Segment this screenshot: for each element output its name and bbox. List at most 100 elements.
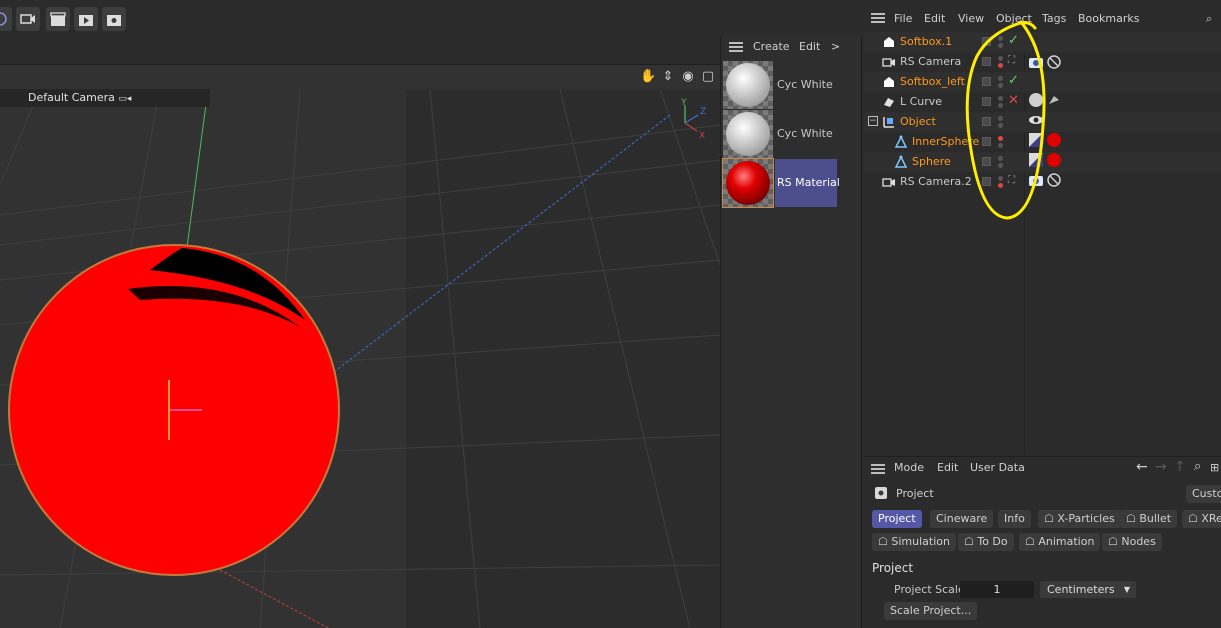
hamburger-icon[interactable]	[729, 42, 743, 52]
render-settings-button[interactable]	[102, 7, 126, 31]
gizmo-z-label: Z	[700, 107, 706, 117]
project-scale-label: Project Scale	[894, 583, 965, 596]
search-icon[interactable]: ⌕	[1206, 12, 1212, 26]
menu-bookmarks[interactable]: Bookmarks	[1078, 12, 1139, 25]
maximize-view-icon[interactable]: ▢	[700, 69, 716, 85]
project-scale-input[interactable]: 1	[960, 581, 1034, 598]
hamburger-icon[interactable]	[871, 13, 885, 23]
back-arrow-icon[interactable]: ←	[1136, 459, 1148, 475]
gizmo-y-label: Y	[680, 98, 687, 108]
gizmo-x-label: X	[699, 131, 705, 141]
attribute-manager: Mode Edit User Data ← → ↑ ⌕ ⊞ Project Cu…	[864, 456, 1221, 628]
softbox-icon	[884, 77, 894, 87]
up-arrow-icon[interactable]: ↑	[1174, 459, 1186, 475]
object-manager: File Edit View Object Tags Bookmarks ⌕ S…	[864, 6, 1221, 454]
object-name: RS Camera	[900, 55, 962, 68]
menu-file[interactable]: File	[894, 12, 912, 25]
tab-nodes[interactable]: ☖ Nodes	[1102, 533, 1162, 551]
material-name: RS Material	[775, 159, 840, 207]
clapperboard-gear-icon	[107, 15, 121, 26]
pin-icon: ☖	[1025, 535, 1039, 548]
render-picture-viewer-button[interactable]	[74, 7, 98, 31]
section-title: Project	[872, 561, 914, 575]
orbit-icon	[0, 12, 7, 26]
pan-icon[interactable]: ✋	[640, 69, 656, 85]
attr-menu-mode[interactable]: Mode	[894, 461, 924, 474]
camera-name: Default Camera	[28, 91, 115, 104]
menu-edit[interactable]: Edit	[924, 12, 945, 25]
pin-icon: ☖	[878, 535, 892, 548]
pin-icon: ☖	[1044, 512, 1058, 525]
clapperboard-icon	[50, 12, 66, 26]
custom-button[interactable]: Custo	[1186, 485, 1221, 503]
tab-xre[interactable]: ☖ XRe	[1182, 510, 1221, 528]
attr-menu-edit[interactable]: Edit	[937, 461, 958, 474]
orbit-tool-button[interactable]	[0, 7, 12, 31]
rotate-icon[interactable]: ◉	[680, 69, 696, 85]
project-settings-icon	[875, 487, 887, 499]
world-y-axis	[185, 88, 209, 256]
mat-menu-create[interactable]: Create	[753, 40, 790, 53]
object-name: Sphere	[912, 155, 951, 168]
pin-icon: ☖	[1126, 512, 1140, 525]
unit-value: Centimeters	[1047, 583, 1115, 596]
tab-project[interactable]: Project	[872, 510, 922, 528]
pin-icon: ☖	[964, 535, 978, 548]
material-name: Cyc White	[777, 127, 833, 140]
light-icon	[884, 98, 894, 107]
lock-icon[interactable]: ⊞	[1210, 461, 1219, 474]
3d-viewport[interactable]: Y Z X Default Camera ▭◂ ✋ ⇕ ◉ ▢	[0, 64, 720, 628]
material-thumbnail	[723, 110, 773, 158]
tab-bullet[interactable]: ☖ Bullet	[1120, 510, 1178, 528]
tab-x-particles[interactable]: ☖ X-Particles	[1038, 510, 1121, 528]
null-object-icon	[883, 117, 894, 128]
object-name: L Curve	[900, 95, 943, 108]
tab-label: XRe	[1201, 512, 1221, 525]
pin-icon: ☖	[1188, 512, 1202, 525]
unit-dropdown[interactable]: Centimeters ▼	[1040, 581, 1136, 598]
material-item-selected[interactable]: RS Material	[722, 158, 840, 208]
material-item[interactable]: Cyc White	[723, 61, 835, 109]
object-type-label: Project	[896, 487, 934, 500]
render-view-button[interactable]	[46, 7, 70, 31]
material-manager: Create Edit > Cyc White Cyc White RS Mat…	[720, 36, 862, 628]
tab-simulation[interactable]: ☖ Simulation	[872, 533, 956, 551]
material-thumbnail	[723, 61, 773, 109]
dropdown-arrow-icon: ▼	[1123, 585, 1130, 594]
object-name: Object	[900, 115, 936, 128]
tab-label: X-Particles	[1057, 512, 1115, 525]
scale-project-button[interactable]: Scale Project...	[884, 602, 978, 620]
hamburger-icon[interactable]	[871, 464, 885, 474]
world-x-axis	[219, 569, 330, 628]
pin-icon: ☖	[1108, 535, 1122, 548]
sphere-primitive-icon	[894, 135, 908, 148]
object-name: Softbox.1	[900, 35, 953, 48]
tab-to-do[interactable]: ☖ To Do	[958, 533, 1014, 551]
softbox-icon	[884, 37, 894, 47]
tab-info[interactable]: Info	[998, 510, 1031, 528]
camera-label[interactable]: Default Camera ▭◂	[0, 89, 210, 107]
sphere-primitive-icon	[894, 155, 908, 168]
material-name: Cyc White	[777, 78, 833, 91]
attr-menu-user-data[interactable]: User Data	[970, 461, 1025, 474]
tab-label: Bullet	[1139, 512, 1172, 525]
tab-cineware[interactable]: Cineware	[930, 510, 994, 528]
mat-menu-edit[interactable]: Edit	[799, 40, 820, 53]
mat-menu-more[interactable]: >	[831, 40, 840, 53]
tab-animation[interactable]: ☖ Animation	[1019, 533, 1101, 551]
camera-icon: ▭◂	[118, 94, 132, 104]
material-item[interactable]: Cyc White	[723, 110, 835, 158]
viewport-scene[interactable]: Y Z X	[0, 65, 720, 628]
render-camera-button[interactable]	[16, 7, 40, 31]
collapse-toggle-icon[interactable]: −	[868, 116, 878, 126]
tab-label: To Do	[977, 535, 1008, 548]
main-toolbar	[0, 0, 720, 64]
search-icon[interactable]: ⌕	[1194, 459, 1201, 474]
object-name: Softbox_left	[900, 75, 965, 88]
camera-icon	[882, 178, 895, 187]
forward-arrow-icon[interactable]: →	[1155, 459, 1167, 475]
tab-label: Animation	[1038, 535, 1095, 548]
camera-render-icon	[20, 14, 35, 24]
dolly-icon[interactable]: ⇕	[660, 69, 676, 85]
tab-label: Simulation	[891, 535, 950, 548]
